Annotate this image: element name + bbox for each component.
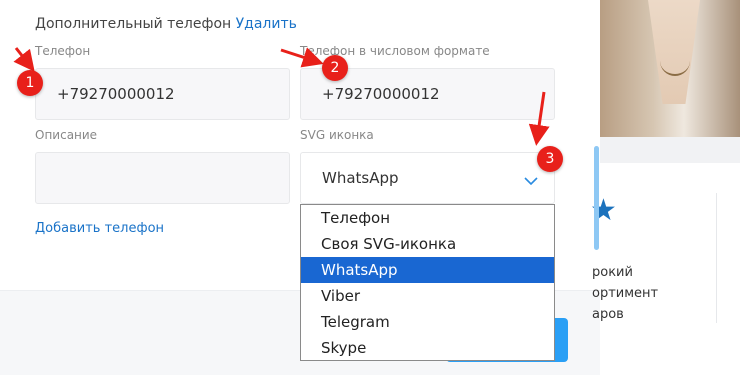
- card-divider: [716, 193, 717, 323]
- delete-link[interactable]: Удалить: [236, 16, 297, 32]
- svg-icon-dropdown-list: Телефон Своя SVG-иконка WhatsApp Viber T…: [300, 204, 555, 361]
- feature-text: рокий ортимент аров: [592, 265, 659, 322]
- phone-input[interactable]: +79270000012: [35, 68, 290, 120]
- phone-value: +79270000012: [57, 85, 175, 103]
- option-telegram[interactable]: Telegram: [301, 309, 554, 335]
- chevron-down-icon: [524, 171, 538, 190]
- add-phone-link[interactable]: Добавить телефон: [35, 221, 164, 236]
- product-photo: [600, 0, 740, 137]
- svg-icon-select[interactable]: WhatsApp: [300, 152, 555, 204]
- option-viber[interactable]: Viber: [301, 283, 554, 309]
- option-phone[interactable]: Телефон: [301, 205, 554, 231]
- scrollbar-thumb[interactable]: [594, 146, 599, 250]
- phone-label: Телефон: [35, 44, 91, 58]
- annotation-badge-3: 3: [537, 146, 563, 172]
- option-skype[interactable]: Skype: [301, 335, 554, 361]
- annotation-badge-1: 1: [17, 70, 43, 96]
- description-label: Описание: [35, 128, 98, 142]
- section-title: Дополнительный телефон: [35, 16, 232, 32]
- option-custom-svg[interactable]: Своя SVG-иконка: [301, 231, 554, 257]
- option-whatsapp[interactable]: WhatsApp: [301, 257, 554, 283]
- section-heading: Дополнительный телефон Удалить: [35, 16, 297, 32]
- annotation-badge-2: 2: [322, 55, 348, 81]
- phone-numeric-value: +79270000012: [322, 85, 440, 103]
- description-input[interactable]: [35, 152, 290, 204]
- svg-icon-label: SVG иконка: [300, 128, 374, 142]
- svg-icon-selected-value: WhatsApp: [322, 169, 399, 187]
